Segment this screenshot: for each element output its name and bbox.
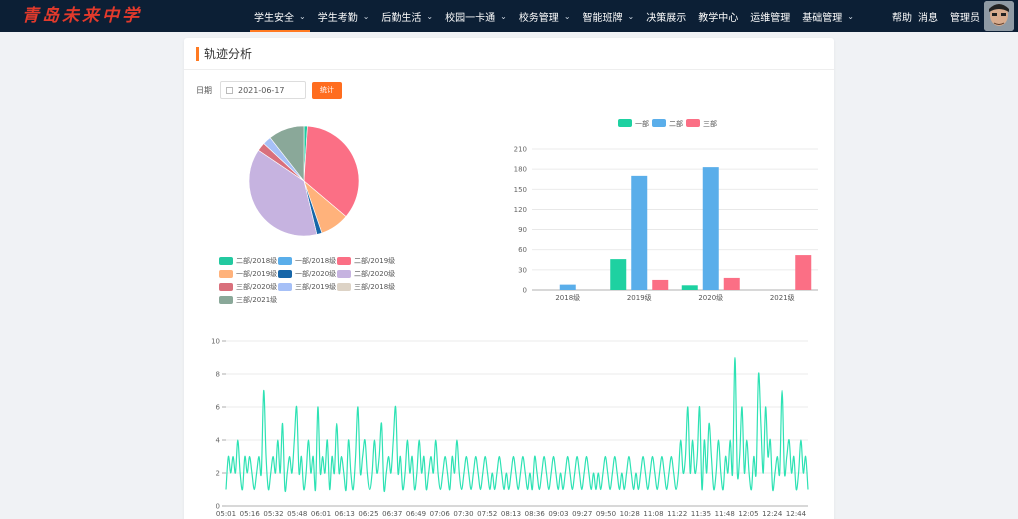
legend-label: 一部/2019级 [236,270,278,278]
nav-item-2[interactable]: 后勤生活 ⌄ [375,0,439,32]
nav-item-6[interactable]: 决策展示 [640,0,692,32]
nav-item-3[interactable]: 校园一卡通 ⌄ [439,0,513,32]
legend-swatch [278,270,292,278]
nav-item-label: 校务管理 [518,12,559,24]
legend-label: 一部/2018级 [295,257,337,265]
chevron-down-icon: ⌄ [847,11,854,21]
nav-item-label: 校园一卡通 [445,12,496,24]
nav-item-label: 教学中心 [698,12,739,24]
page-title: 轨迹分析 [204,47,253,61]
school-logo[interactable]: 青岛未来中学 [22,5,142,27]
user-avatar-icon [984,1,1014,31]
avatar[interactable] [984,1,1014,31]
statistics-button[interactable]: 统计 [312,81,342,99]
pie-legend-item-1[interactable]: 一部/2018级 [278,256,336,266]
legend-swatch [337,257,351,265]
pie-legend-item-8[interactable]: 三部/2018级 [337,282,395,292]
legend-label: 三部/2019级 [295,283,337,291]
legend-label: 三部/2020级 [236,283,278,291]
chevron-down-icon: ⌄ [627,11,635,21]
legend-label: 二部/2020级 [354,270,396,278]
nav-item-label: 运维管理 [750,12,791,24]
top-navigation-bar: 青岛未来中学 学生安全 ⌄ 学生考勤 ⌄ 后勤生活 ⌄ 校园一卡通 ⌄ 校务管理 ⌄ 智能班牌 ⌄ 决策… [0,0,1018,32]
date-input[interactable] [238,85,304,95]
nav-item-4[interactable]: 校务管理 ⌄ [513,0,577,32]
nav-item-7[interactable]: 教学中心 [692,0,744,32]
nav-item-1[interactable]: 学生考勤 ⌄ [312,0,376,32]
user-name[interactable]: 管理员 [950,9,980,24]
legend-swatch [278,283,292,291]
nav-item-label: 学生安全 [254,12,294,24]
calendar-icon [226,86,233,94]
nav-item-label: 学生考勤 [317,12,358,24]
pie-legend-item-3[interactable]: 一部/2019级 [219,269,277,279]
chevron-down-icon: ⌄ [362,11,370,21]
nav-item-label: 基础管理 [802,12,843,24]
pie-legend-item-6[interactable]: 三部/2020级 [219,282,277,292]
chevron-down-icon: ⌄ [299,11,306,21]
chevron-down-icon: ⌄ [426,11,434,21]
legend-label: 二部/2019级 [354,257,396,265]
pie-legend-item-2[interactable]: 二部/2019级 [337,256,395,266]
main-nav: 学生安全 ⌄ 学生考勤 ⌄ 后勤生活 ⌄ 校园一卡通 ⌄ 校务管理 ⌄ 智能班牌 ⌄ 决策展示 教学中心运… [248,0,860,32]
chevron-down-icon: ⌄ [500,11,507,21]
legend-swatch [219,270,233,278]
pie-legend-item-0[interactable]: 二部/2018级 [219,256,277,266]
pie-legend-item-5[interactable]: 二部/2020级 [337,269,395,279]
pie-legend-item-4[interactable]: 一部/2020级 [278,269,336,279]
legend-swatch [219,296,233,304]
date-picker[interactable] [220,81,306,99]
legend-swatch [337,270,351,278]
nav-item-5[interactable]: 智能班牌 ⌄ [577,0,641,32]
nav-item-label: 决策展示 [646,12,687,24]
pie-legend-item-7[interactable]: 三部/2019级 [278,282,336,292]
help-link[interactable]: 帮助 [892,9,912,24]
legend-label: 二部/2018级 [236,257,278,265]
legend-label: 一部/2020级 [295,270,337,278]
legend-label: 三部/2018级 [354,283,396,291]
card-header: 轨迹分析 [184,38,834,70]
nav-item-8[interactable]: 运维管理 [744,0,796,32]
date-label: 日期 [196,85,212,95]
legend-swatch [337,283,351,291]
nav-item-label: 智能班牌 [582,12,623,24]
legend-swatch [278,257,292,265]
title-accent-bar [196,46,199,61]
nav-item-label: 后勤生活 [381,12,422,24]
nav-item-0[interactable]: 学生安全 ⌄ [248,0,312,32]
nav-item-9[interactable]: 基础管理 ⌄ [796,0,860,32]
legend-swatch [219,257,233,265]
messages-link[interactable]: 消息 [918,9,938,24]
header-tools: 帮助 消息 管理员 [886,0,980,32]
legend-label: 三部/2021级 [236,296,278,304]
pie-legend-item-9[interactable]: 三部/2021级 [219,295,277,305]
legend-swatch [219,283,233,291]
date-filter: 日期 统计 [196,81,342,99]
chevron-down-icon: ⌄ [563,11,571,21]
